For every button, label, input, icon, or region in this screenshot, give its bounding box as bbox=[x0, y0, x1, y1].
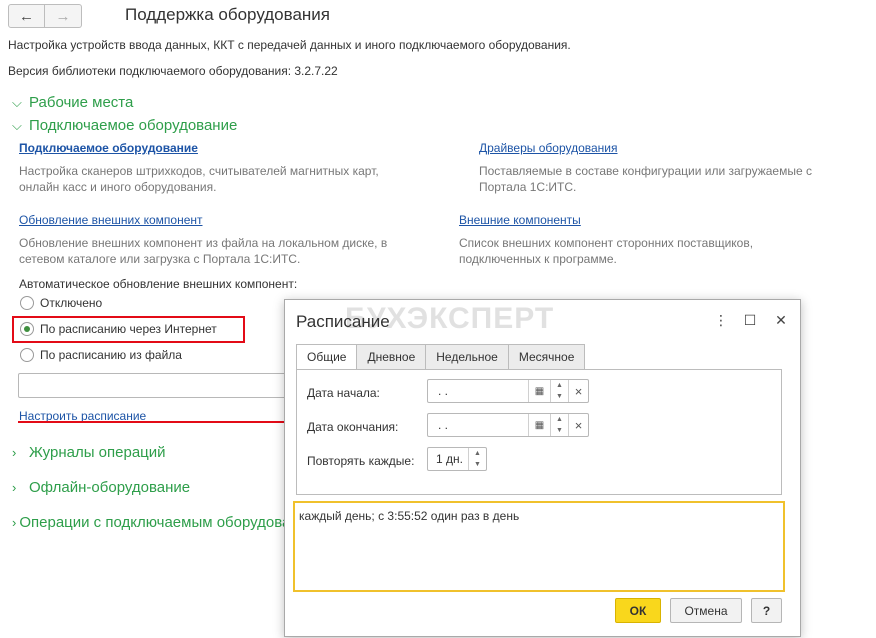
schedule-dialog: БУХЭКСПЕРТ Расписание ⋮ ☐ ✕ Общие Дневно… bbox=[284, 299, 801, 637]
clear-icon[interactable]: × bbox=[568, 380, 588, 402]
arrow-left-icon: ← bbox=[19, 7, 34, 25]
radio-schedule-internet-label: По расписанию через Интернет bbox=[40, 322, 217, 336]
more-menu-icon[interactable]: ⋮ bbox=[712, 312, 730, 329]
group-operations-label: Операции с подключаемым оборудованием bbox=[19, 514, 284, 531]
drivers-link[interactable]: Драйверы оборудования bbox=[479, 141, 618, 155]
end-date-label: Дата окончания: bbox=[307, 420, 399, 434]
repeat-spinner[interactable]: ▲ ▼ bbox=[468, 448, 486, 470]
group-offline[interactable]: › Офлайн-оборудование bbox=[12, 479, 190, 496]
general-tab-panel: Дата начала: . . ▦ ▲ ▼ × Дата окончания:… bbox=[296, 369, 782, 495]
equipment-description-line: Настройка сканеров штрихкодов, считывате… bbox=[19, 164, 379, 178]
components-description-line: подключенных к программе. bbox=[459, 252, 617, 266]
chevron-right-icon: › bbox=[12, 480, 17, 495]
page-title: Поддержка оборудования bbox=[125, 5, 331, 24]
group-offline-label: Офлайн-оборудование bbox=[29, 479, 191, 496]
chevron-down-icon: ⌵ bbox=[12, 94, 22, 110]
clear-icon[interactable]: × bbox=[568, 414, 588, 436]
navigation-buttons: ← → bbox=[8, 4, 82, 28]
spin-up-icon[interactable]: ▲ bbox=[556, 380, 563, 391]
library-version: Версия библиотеки подключаемого оборудов… bbox=[8, 64, 338, 78]
radio-circle-selected[interactable] bbox=[20, 322, 34, 336]
forward-button[interactable]: → bbox=[45, 4, 82, 28]
arrow-right-icon: → bbox=[55, 7, 71, 25]
radio-circle[interactable] bbox=[20, 296, 34, 310]
radio-disabled[interactable]: Отключено bbox=[20, 296, 102, 310]
group-equipment[interactable]: ⌵ Подключаемое оборудование bbox=[12, 117, 237, 134]
update-components-link[interactable]: Обновление внешних компонент bbox=[19, 213, 203, 227]
radio-circle[interactable] bbox=[20, 348, 34, 362]
tab-monthly[interactable]: Месячное bbox=[507, 344, 586, 370]
update-description-line: Обновление внешних компонент из файла на… bbox=[19, 236, 388, 250]
components-description-line: Список внешних компонент сторонних поста… bbox=[459, 236, 754, 250]
equipment-link[interactable]: Подключаемое оборудование bbox=[19, 141, 198, 155]
group-workplaces-label: Рабочие места bbox=[29, 94, 134, 111]
chevron-down-icon: ⌵ bbox=[12, 117, 22, 133]
start-date-label: Дата начала: bbox=[307, 386, 380, 400]
repeat-label: Повторять каждые: bbox=[307, 454, 415, 468]
chevron-right-icon: › bbox=[12, 445, 17, 460]
start-date-spinner[interactable]: ▲ ▼ bbox=[550, 380, 568, 402]
start-date-field[interactable]: . . ▦ ▲ ▼ × bbox=[427, 379, 589, 403]
group-workplaces[interactable]: ⌵ Рабочие места bbox=[12, 94, 133, 111]
end-date-spinner[interactable]: ▲ ▼ bbox=[550, 414, 568, 436]
external-components-link[interactable]: Внешние компоненты bbox=[459, 213, 581, 227]
repeat-input[interactable]: 1 дн. bbox=[428, 448, 468, 470]
page-description: Настройка устройств ввода данных, ККТ с … bbox=[8, 38, 571, 52]
back-button[interactable]: ← bbox=[8, 4, 45, 28]
highlight-underline bbox=[18, 421, 284, 423]
dialog-title: Расписание bbox=[296, 312, 390, 331]
group-journals-label: Журналы операций bbox=[29, 444, 166, 461]
spin-down-icon[interactable]: ▼ bbox=[474, 459, 481, 470]
ok-button[interactable]: ОК bbox=[615, 598, 661, 623]
tab-general[interactable]: Общие bbox=[296, 344, 358, 370]
external-components-description: Список внешних компонент сторонних поста… bbox=[459, 235, 753, 267]
spin-up-icon[interactable]: ▲ bbox=[556, 414, 563, 425]
tab-weekly[interactable]: Недельное bbox=[425, 344, 509, 370]
update-components-description: Обновление внешних компонент из файла на… bbox=[19, 235, 387, 267]
maximize-icon[interactable]: ☐ bbox=[741, 312, 759, 329]
drivers-description: Поставляемые в составе конфигурации или … bbox=[479, 163, 812, 195]
radio-schedule-internet[interactable]: По расписанию через Интернет bbox=[20, 322, 217, 336]
update-description-line: сетевом каталоге или загрузка с Портала … bbox=[19, 252, 301, 266]
spin-up-icon[interactable]: ▲ bbox=[474, 448, 481, 459]
close-icon[interactable]: ✕ bbox=[772, 312, 790, 329]
end-date-input[interactable]: . . bbox=[428, 414, 528, 436]
spin-down-icon[interactable]: ▼ bbox=[556, 425, 563, 436]
equipment-description: Настройка сканеров штрихкодов, считывате… bbox=[19, 163, 379, 195]
repeat-field[interactable]: 1 дн. ▲ ▼ bbox=[427, 447, 487, 471]
equipment-description-line: онлайн касс и иного оборудования. bbox=[19, 180, 217, 194]
drivers-description-line: Портала 1С:ИТС. bbox=[479, 180, 577, 194]
radio-schedule-file-label: По расписанию из файла bbox=[40, 348, 182, 362]
radio-schedule-file[interactable]: По расписанию из файла bbox=[20, 348, 182, 362]
group-equipment-label: Подключаемое оборудование bbox=[29, 117, 238, 134]
spin-down-icon[interactable]: ▼ bbox=[556, 391, 563, 402]
tab-daily[interactable]: Дневное bbox=[356, 344, 427, 370]
cancel-button[interactable]: Отмена bbox=[670, 598, 742, 623]
end-date-field[interactable]: . . ▦ ▲ ▼ × bbox=[427, 413, 589, 437]
group-journals[interactable]: › Журналы операций bbox=[12, 444, 166, 461]
calendar-icon[interactable]: ▦ bbox=[528, 380, 550, 402]
calendar-icon[interactable]: ▦ bbox=[528, 414, 550, 436]
drivers-description-line: Поставляемые в составе конфигурации или … bbox=[479, 164, 812, 178]
schedule-text-field[interactable]: каждый день; с 3:55:52 один раз в день bbox=[293, 501, 785, 592]
schedule-tabs: Общие Дневное Недельное Месячное bbox=[296, 344, 586, 370]
file-path-input[interactable] bbox=[18, 373, 286, 398]
chevron-right-icon: › bbox=[12, 515, 17, 530]
start-date-input[interactable]: . . bbox=[428, 380, 528, 402]
group-operations[interactable]: › Операции с подключаемым оборудованием bbox=[12, 514, 284, 531]
radio-disabled-label: Отключено bbox=[40, 296, 103, 310]
auto-update-label: Автоматическое обновление внешних компон… bbox=[19, 277, 298, 291]
help-button[interactable]: ? bbox=[751, 598, 782, 623]
